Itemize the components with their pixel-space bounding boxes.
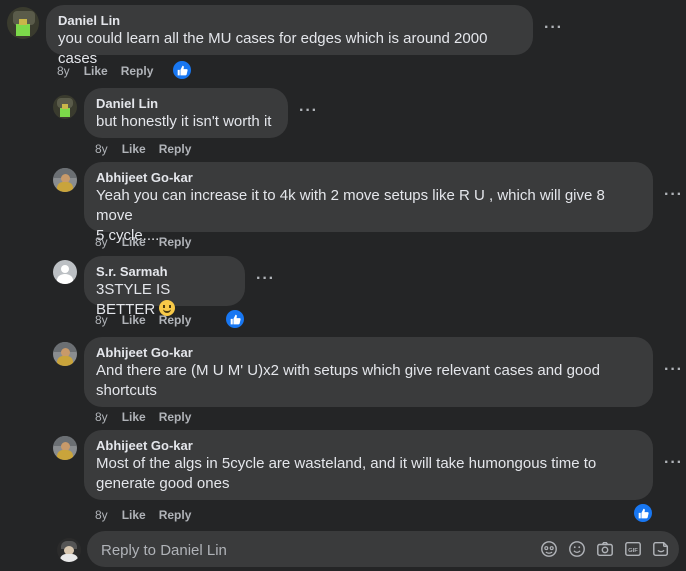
comment-actions: 8y Like Reply: [95, 142, 204, 156]
comment-author[interactable]: Daniel Lin: [96, 96, 276, 112]
avatar[interactable]: [53, 436, 77, 460]
comment-author[interactable]: Daniel Lin: [58, 13, 521, 29]
comment-author[interactable]: Abhijeet Go-kar: [96, 170, 641, 186]
like-button[interactable]: Like: [122, 313, 146, 327]
reply-input[interactable]: [99, 531, 523, 569]
like-button[interactable]: Like: [122, 235, 146, 249]
reply-button[interactable]: Reply: [159, 142, 192, 156]
comment-text-line: And there are (M U M' U)x2 with setups w…: [96, 362, 600, 379]
reply-composer: GIF: [87, 531, 679, 569]
reply-button[interactable]: Reply: [159, 235, 192, 249]
more-options-icon[interactable]: ···: [664, 186, 683, 204]
gif-icon[interactable]: GIF: [624, 540, 642, 558]
comment-text-line: generate good ones: [96, 475, 230, 492]
comment-age[interactable]: 8y: [95, 508, 108, 522]
avatar[interactable]: [53, 168, 77, 192]
more-options-icon[interactable]: ···: [544, 19, 563, 37]
comment-text: but honestly it isn't worth it: [96, 113, 272, 130]
svg-text:GIF: GIF: [628, 548, 638, 554]
comment-age[interactable]: 8y: [57, 64, 70, 78]
comment-bubble: S.r. Sarmah 3STYLE IS BETTER: [84, 256, 245, 318]
comment-author[interactable]: S.r. Sarmah: [96, 264, 233, 280]
comment-actions: 8y Like Reply: [57, 64, 166, 78]
current-user-avatar[interactable]: [57, 538, 81, 562]
comment-actions: 8y Like Reply: [95, 235, 204, 249]
more-options-icon[interactable]: ···: [256, 270, 275, 288]
avatar[interactable]: [7, 7, 39, 39]
comment-author[interactable]: Abhijeet Go-kar: [96, 345, 641, 361]
comment-bubble: Abhijeet Go-kar And there are (M U M' U)…: [84, 337, 653, 407]
comment-bubble: Abhijeet Go-kar Yeah you can increase it…: [84, 162, 653, 244]
avatar[interactable]: [53, 95, 77, 119]
like-reaction-icon[interactable]: [171, 59, 193, 81]
avatar[interactable]: [53, 342, 77, 366]
comment-text-line: shortcuts: [96, 382, 157, 399]
sticker-icon[interactable]: [652, 540, 670, 558]
like-button[interactable]: Like: [122, 508, 146, 522]
emoji-icon[interactable]: [568, 540, 586, 558]
reply-button[interactable]: Reply: [121, 64, 154, 78]
comment-actions: 8y Like Reply: [95, 508, 204, 522]
comment-age[interactable]: 8y: [95, 235, 108, 249]
more-options-icon[interactable]: ···: [664, 454, 683, 472]
like-button[interactable]: Like: [122, 410, 146, 424]
avatar[interactable]: [53, 260, 77, 284]
camera-icon[interactable]: [596, 540, 614, 558]
reply-button[interactable]: Reply: [159, 410, 192, 424]
comment-bubble: Abhijeet Go-kar Most of the algs in 5cyc…: [84, 430, 653, 500]
like-reaction-icon[interactable]: [224, 308, 246, 330]
like-button[interactable]: Like: [84, 64, 108, 78]
comment-age[interactable]: 8y: [95, 313, 108, 327]
comment-actions: 8y Like Reply: [95, 410, 204, 424]
avatar-sticker-icon[interactable]: [540, 540, 558, 558]
comment-actions: 8y Like Reply: [95, 313, 204, 327]
comment-bubble: Daniel Lin you could learn all the MU ca…: [46, 5, 533, 67]
more-options-icon[interactable]: ···: [664, 361, 683, 379]
comment-text-line: Most of the algs in 5cycle are wasteland…: [96, 455, 597, 472]
comment-text-line: Yeah you can increase it to 4k with 2 mo…: [96, 187, 605, 224]
reply-button[interactable]: Reply: [159, 313, 192, 327]
comment-age[interactable]: 8y: [95, 410, 108, 424]
like-reaction-icon[interactable]: [632, 502, 654, 524]
comment-author[interactable]: Abhijeet Go-kar: [96, 438, 641, 454]
more-options-icon[interactable]: ···: [299, 102, 318, 120]
like-button[interactable]: Like: [122, 142, 146, 156]
reply-button[interactable]: Reply: [159, 508, 192, 522]
comment-bubble: Daniel Lin but honestly it isn't worth i…: [84, 88, 288, 138]
comment-age[interactable]: 8y: [95, 142, 108, 156]
comment-text: you could learn all the MU cases for edg…: [58, 30, 488, 67]
